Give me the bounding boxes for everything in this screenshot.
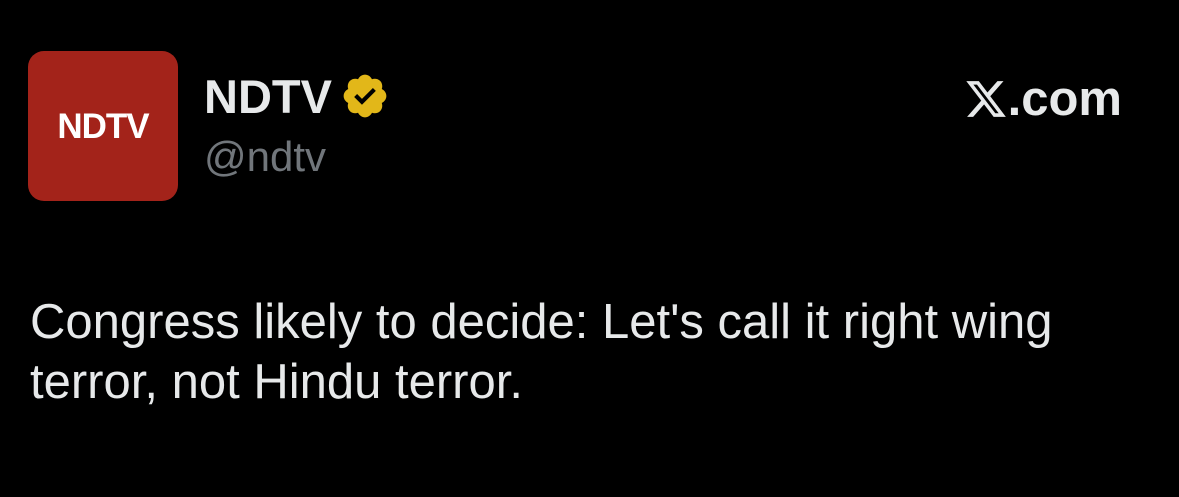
avatar[interactable]: NDTV <box>28 51 178 201</box>
source-domain: .com <box>1007 71 1122 126</box>
ndtv-logo: NDTV <box>57 106 149 146</box>
author-handle[interactable]: @ndtv <box>204 136 326 178</box>
tweet-text: Congress likely to decide: Let's call it… <box>30 295 1053 409</box>
display-name[interactable]: NDTV <box>204 73 332 120</box>
verified-badge-icon <box>343 74 387 118</box>
x-logo-icon <box>965 81 1006 117</box>
author-name-row: NDTV <box>204 68 390 124</box>
source-brand: .com <box>964 72 1122 126</box>
